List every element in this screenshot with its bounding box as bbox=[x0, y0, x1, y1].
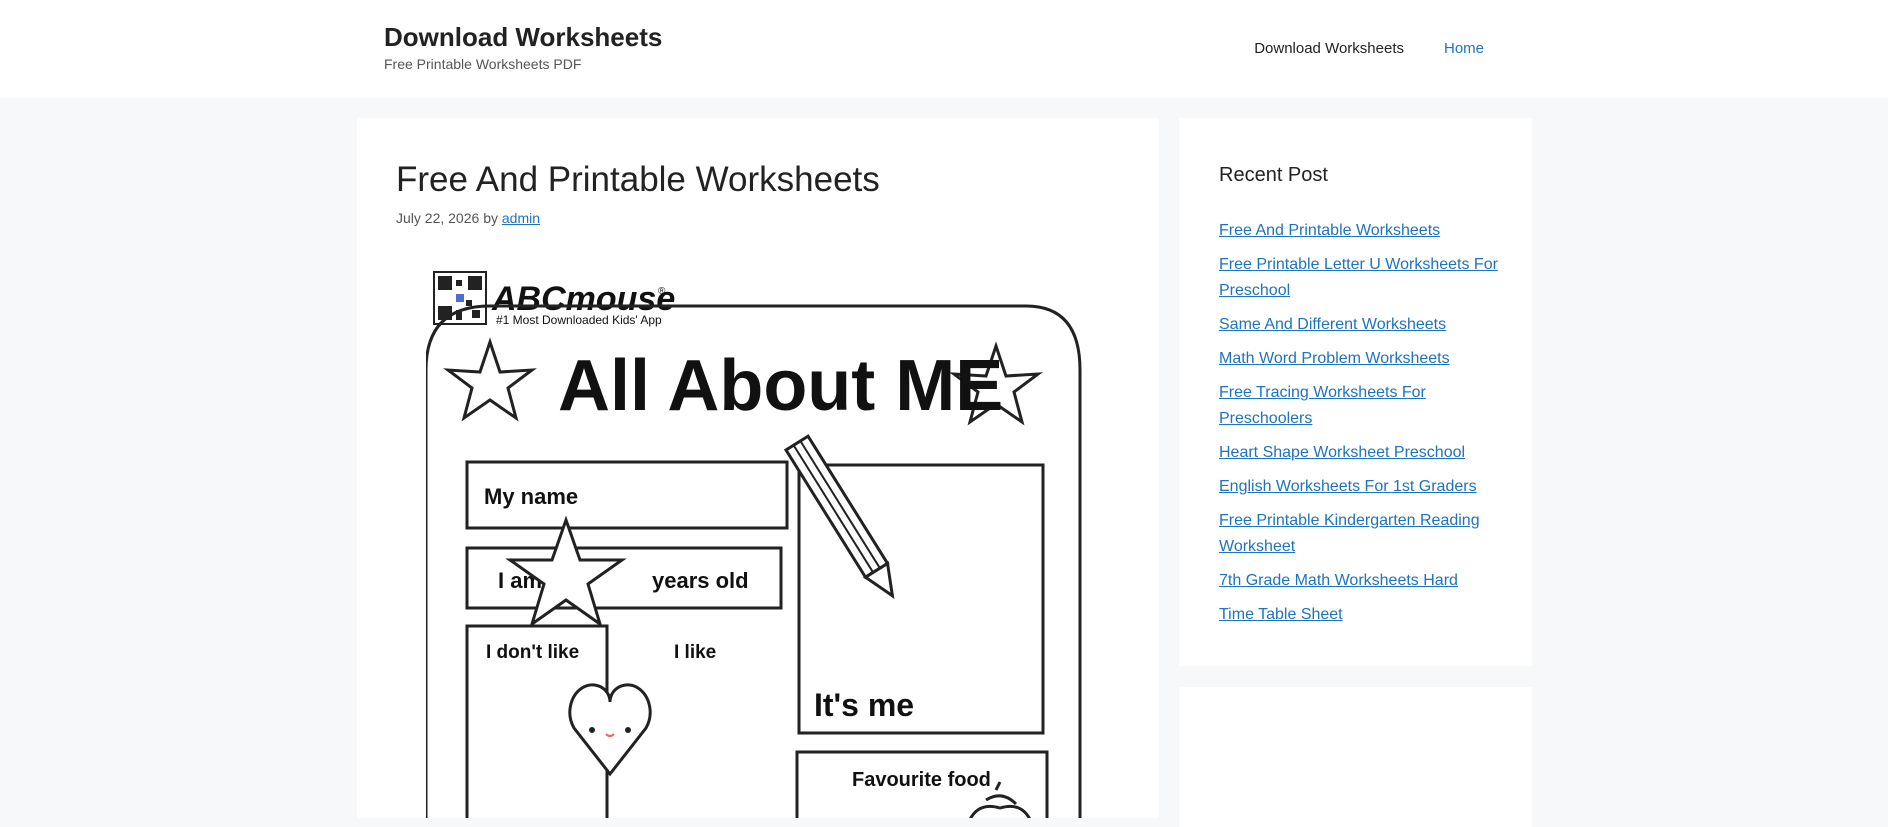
author-link[interactable]: admin bbox=[502, 210, 540, 226]
list-item: Free Printable Letter U Worksheets For P… bbox=[1219, 252, 1519, 304]
star-left-icon bbox=[443, 337, 537, 422]
post-meta: July 22, 2026 by admin bbox=[396, 210, 540, 226]
recent-post-link[interactable]: Time Table Sheet bbox=[1219, 606, 1343, 623]
recent-post-link[interactable]: Heart Shape Worksheet Preschool bbox=[1219, 444, 1465, 461]
qr-code-icon bbox=[433, 271, 487, 325]
worksheet-image: ABCmouse ® #1 Most Downloaded Kids' App … bbox=[426, 271, 1082, 818]
list-item: Time Table Sheet bbox=[1219, 602, 1519, 628]
main-content: Free And Printable Worksheets July 22, 2… bbox=[357, 118, 1159, 818]
i-like-label: I like bbox=[674, 642, 716, 663]
list-item: Math Word Problem Worksheets bbox=[1219, 346, 1519, 372]
worksheet-heading: All About ME bbox=[558, 346, 1003, 426]
post-title: Free And Printable Worksheets bbox=[396, 160, 880, 199]
favourite-food-label: Favourite food bbox=[852, 769, 991, 791]
recent-post-link[interactable]: Free And Printable Worksheets bbox=[1219, 222, 1440, 239]
nav-item-home[interactable]: Home bbox=[1444, 40, 1484, 57]
main-nav: Download Worksheets Home bbox=[1254, 40, 1484, 57]
list-item: Free Printable Kindergarten Reading Work… bbox=[1219, 508, 1519, 560]
post-date: July 22, 2026 bbox=[396, 210, 480, 226]
list-item: Same And Different Worksheets bbox=[1219, 312, 1519, 338]
site-header: Download Worksheets Free Printable Works… bbox=[0, 0, 1888, 98]
sidebar: Recent Post Free And Printable Worksheet… bbox=[1179, 118, 1532, 666]
nav-item-download-worksheets[interactable]: Download Worksheets bbox=[1254, 40, 1404, 57]
site-title[interactable]: Download Worksheets bbox=[384, 22, 662, 53]
recent-post-link[interactable]: Math Word Problem Worksheets bbox=[1219, 350, 1450, 367]
sidebar-widget-empty bbox=[1179, 687, 1532, 827]
recent-post-link[interactable]: 7th Grade Math Worksheets Hard bbox=[1219, 572, 1458, 589]
brand-tagline: #1 Most Downloaded Kids' App bbox=[496, 313, 662, 327]
recent-post-link[interactable]: Free Tracing Worksheets For Preschoolers bbox=[1219, 384, 1426, 427]
post-by: by bbox=[483, 210, 498, 226]
my-name-label: My name bbox=[484, 484, 578, 509]
list-item: Heart Shape Worksheet Preschool bbox=[1219, 440, 1519, 466]
its-me-label: It's me bbox=[814, 687, 914, 723]
recent-post-list: Free And Printable Worksheets Free Print… bbox=[1219, 218, 1519, 636]
i-dont-like-label: I don't like bbox=[486, 642, 579, 663]
list-item: Free Tracing Worksheets For Preschoolers bbox=[1219, 380, 1519, 432]
recent-post-link[interactable]: English Worksheets For 1st Graders bbox=[1219, 478, 1477, 495]
brand-mark: ® bbox=[658, 286, 666, 297]
site-tagline: Free Printable Worksheets PDF bbox=[384, 56, 582, 72]
recent-post-link[interactable]: Free Printable Letter U Worksheets For P… bbox=[1219, 256, 1498, 299]
recent-post-link[interactable]: Free Printable Kindergarten Reading Work… bbox=[1219, 512, 1480, 555]
list-item: English Worksheets For 1st Graders bbox=[1219, 474, 1519, 500]
years-old-label: years old bbox=[652, 568, 749, 593]
list-item: Free And Printable Worksheets bbox=[1219, 218, 1519, 244]
list-item: 7th Grade Math Worksheets Hard bbox=[1219, 568, 1519, 594]
recent-post-link[interactable]: Same And Different Worksheets bbox=[1219, 316, 1446, 333]
sidebar-title: Recent Post bbox=[1219, 164, 1328, 186]
